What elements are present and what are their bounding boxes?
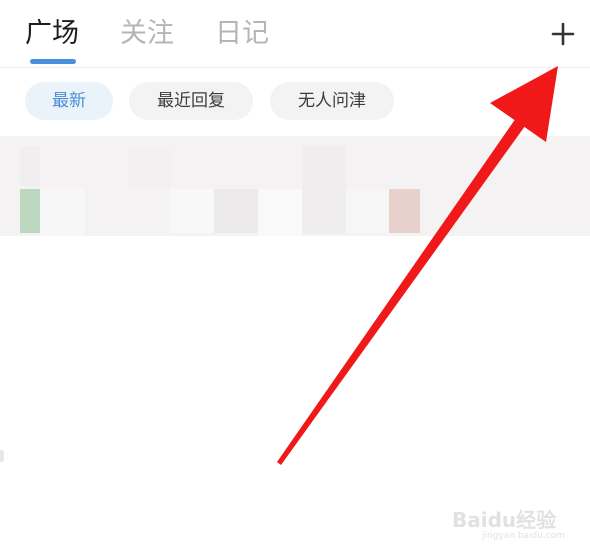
banner-block <box>170 189 214 233</box>
top-navigation-bar: 广场 关注 日记 <box>0 0 590 68</box>
tab-follow[interactable]: 关注 <box>120 14 174 54</box>
tab-diary[interactable]: 日记 <box>215 14 269 54</box>
banner-block <box>40 189 85 236</box>
active-tab-indicator <box>30 59 76 64</box>
banner-block <box>302 146 346 234</box>
filter-unanswered[interactable]: 无人问津 <box>270 82 394 120</box>
plus-icon <box>551 22 575 46</box>
filter-chips: 最新 最近回复 无人问津 <box>0 82 590 122</box>
tab-square[interactable]: 广场 <box>25 14 79 54</box>
banner-placeholder[interactable] <box>0 136 590 236</box>
edge-handle <box>0 450 4 462</box>
watermark-text: Baidu经验 <box>452 508 557 532</box>
filter-recent-replies[interactable]: 最近回复 <box>129 82 253 120</box>
watermark-url: jingyan.baidu.com <box>482 531 566 541</box>
banner-block <box>20 189 40 233</box>
banner-block <box>128 146 170 186</box>
banner-block <box>389 189 420 233</box>
baidu-watermark: Baidu经验 jingyan.baidu.com <box>452 504 566 544</box>
add-post-button[interactable] <box>546 17 580 51</box>
filter-latest[interactable]: 最新 <box>25 82 113 120</box>
banner-block <box>258 189 302 236</box>
banner-block <box>20 146 40 186</box>
banner-block <box>346 189 390 233</box>
banner-block <box>214 189 258 233</box>
